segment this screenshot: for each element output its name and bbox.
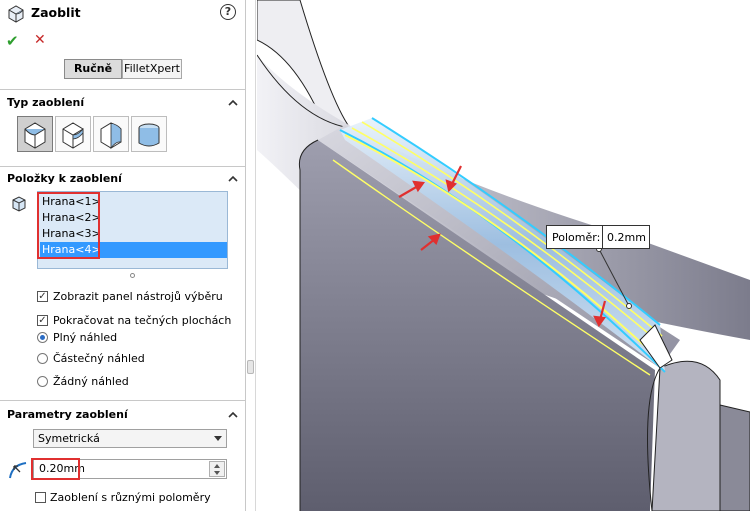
- spin-up-icon[interactable]: [214, 464, 220, 468]
- full-round-fillet-icon: [138, 123, 160, 147]
- constant-size-fillet-icon: [24, 122, 46, 149]
- property-manager-panel: Zaoblit ? ✔ ✕ Ručně FilletXpert Typ zaob…: [0, 0, 246, 511]
- ok-button[interactable]: ✔: [6, 32, 19, 50]
- section-title-params: Parametry zaoblení: [7, 408, 128, 421]
- model-view: [257, 0, 750, 511]
- panel-splitter[interactable]: [246, 0, 256, 511]
- edge-selection-icon: [12, 196, 26, 212]
- radius-spinner[interactable]: [209, 461, 225, 477]
- help-icon[interactable]: ?: [220, 4, 236, 20]
- callout-value[interactable]: 0.2mm: [607, 231, 646, 244]
- callout-divider: [602, 226, 603, 248]
- section-divider: [0, 166, 246, 167]
- face-fillet-icon: [100, 122, 122, 150]
- page-title: Zaoblit: [31, 5, 81, 20]
- chevron-down-icon: [214, 436, 222, 441]
- partial-preview-radio[interactable]: [37, 353, 48, 364]
- radius-callout[interactable]: Poloměr: 0.2mm: [546, 225, 650, 249]
- highlight-box-edges: [37, 192, 100, 259]
- tab-filletxpert[interactable]: FilletXpert: [122, 59, 182, 79]
- fillet-type-constant-button[interactable]: [17, 116, 53, 152]
- multi-radius-checkbox[interactable]: [35, 492, 46, 503]
- partial-preview-label: Částečný náhled: [53, 352, 145, 365]
- tab-manual[interactable]: Ručně: [64, 59, 122, 79]
- model-block-ledge: [719, 404, 750, 511]
- cancel-button[interactable]: ✕: [34, 32, 46, 48]
- variable-size-fillet-icon: [62, 122, 84, 149]
- fillet-type-face-button[interactable]: [93, 116, 129, 152]
- no-preview-label: Žádný náhled: [53, 375, 129, 388]
- fillet-type-fullround-button[interactable]: [131, 116, 167, 152]
- tangent-propagation-checkbox[interactable]: ✓: [37, 315, 48, 326]
- splitter-grip[interactable]: [247, 360, 254, 374]
- chevron-up-icon[interactable]: [228, 98, 238, 108]
- model-block-right: [651, 360, 721, 511]
- full-preview-radio[interactable]: [37, 332, 48, 343]
- panel-header: Zaoblit ?: [0, 0, 246, 28]
- section-divider: [0, 400, 246, 401]
- profile-select[interactable]: Symetrická: [33, 429, 227, 448]
- section-divider: [0, 89, 246, 90]
- show-toolbar-label: Zobrazit panel nástrojů výběru: [53, 290, 223, 303]
- tangent-propagation-label: Pokračovat na tečných plochách: [53, 314, 232, 327]
- show-toolbar-checkbox[interactable]: ✓: [37, 291, 48, 302]
- callout-label: Poloměr:: [552, 231, 601, 244]
- fillet-feature-icon: [8, 5, 24, 23]
- multi-radius-label: Zaoblení s různými poloměry: [50, 491, 211, 504]
- radius-icon: [9, 462, 27, 479]
- section-title-fillet-type: Typ zaoblení: [7, 96, 85, 109]
- chevron-up-icon[interactable]: [228, 410, 238, 420]
- highlight-box-radius: [31, 458, 80, 480]
- full-preview-label: Plný náhled: [53, 331, 118, 344]
- profile-select-value: Symetrická: [38, 432, 100, 445]
- list-resize-handle[interactable]: [130, 273, 135, 278]
- fillet-type-variable-button[interactable]: [55, 116, 91, 152]
- graphics-viewport[interactable]: [257, 0, 750, 511]
- callout-anchor: [626, 303, 632, 309]
- section-title-items: Položky k zaoblení: [7, 172, 122, 185]
- chevron-up-icon[interactable]: [228, 174, 238, 184]
- spin-down-icon[interactable]: [214, 471, 220, 475]
- no-preview-radio[interactable]: [37, 376, 48, 387]
